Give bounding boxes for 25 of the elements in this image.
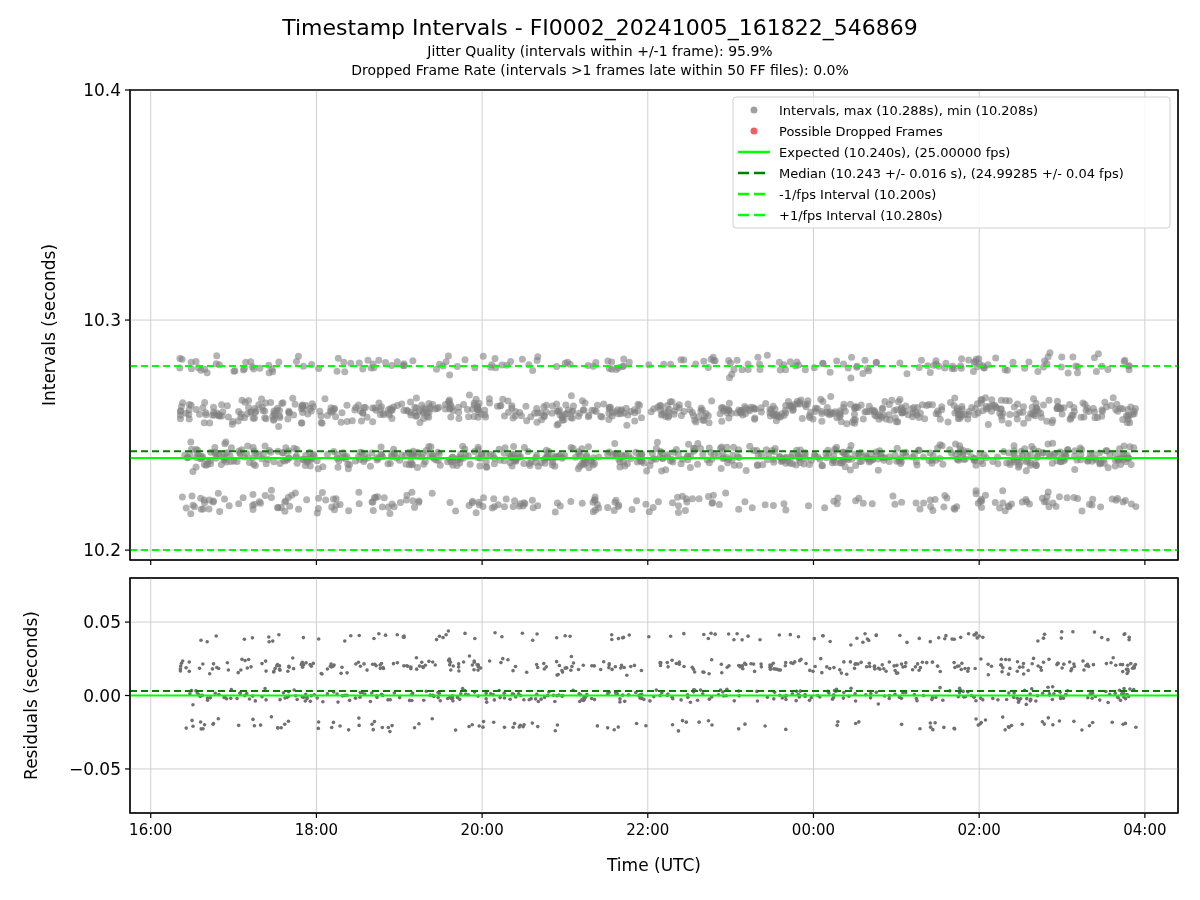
x-tick-label: 18:00 xyxy=(294,821,338,839)
legend-label: Intervals, max (10.288s), min (10.208s) xyxy=(779,103,1038,118)
y-tick-label: −0.05 xyxy=(68,758,121,779)
x-tick-label: 16:00 xyxy=(129,821,173,839)
y-tick-label: 10.2 xyxy=(83,540,121,561)
legend-label: -1/fps Interval (10.200s) xyxy=(779,187,937,202)
legend-label: +1/fps Interval (10.280s) xyxy=(779,208,943,223)
figure-subtitle: Jitter Quality (intervals within +/-1 frame): 95.9% xyxy=(427,42,773,61)
y-tick-label: 10.3 xyxy=(83,310,121,331)
y-axis-label: Intervals (seconds) xyxy=(39,243,59,407)
y-tick-label: 0.05 xyxy=(83,612,121,633)
y-axis-label: Residuals (seconds) xyxy=(21,611,41,780)
legend-label: Median (10.243 +/- 0.016 s), (24.99285 +/- 0.04 fps) xyxy=(779,166,1124,181)
legend-label: Possible Dropped Frames xyxy=(779,124,943,139)
x-axis-label: Time (UTC) xyxy=(607,855,701,875)
x-tick-label: 20:00 xyxy=(460,821,504,839)
figure-subtitle: Dropped Frame Rate (intervals >1 frames late within 50 FF files): 0.0% xyxy=(351,61,849,80)
y-tick-label: 10.4 xyxy=(83,80,121,100)
y-tick-label: 0.00 xyxy=(83,685,121,706)
legend-label: Expected (10.240s), (25.00000 fps) xyxy=(779,145,1011,160)
x-tick-label: 04:00 xyxy=(1123,821,1167,839)
figure-title: Timestamp Intervals - FI0002_20241005_161822_546869 xyxy=(282,14,918,42)
x-tick-label: 02:00 xyxy=(957,821,1001,839)
x-tick-label: 22:00 xyxy=(626,821,670,839)
x-tick-label: 00:00 xyxy=(791,821,836,839)
